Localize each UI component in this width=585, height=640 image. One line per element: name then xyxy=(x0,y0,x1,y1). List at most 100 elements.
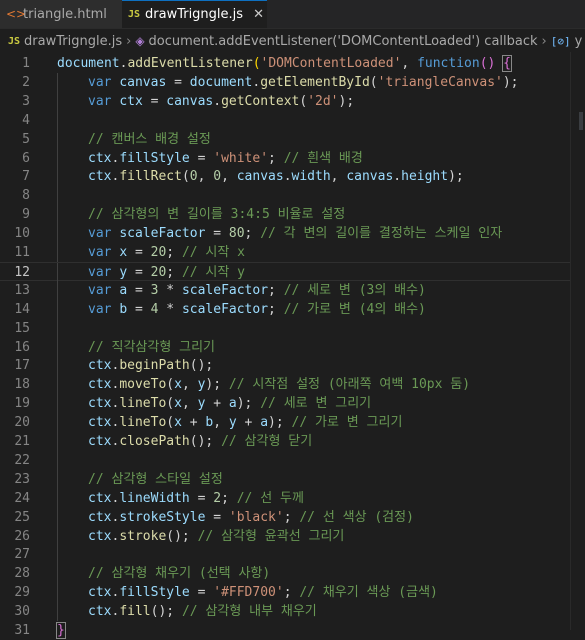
close-icon[interactable]: ✕ xyxy=(253,7,264,22)
code-token: height xyxy=(401,169,449,185)
code-token: x xyxy=(119,245,128,260)
code-token: // 선 두께 xyxy=(236,490,304,506)
code-text: var ctx = canvas.getContext('2d'); xyxy=(88,92,354,111)
code-text: var b = 4 * scaleFactor; // 가로 변 (4의 배수) xyxy=(88,300,426,319)
code-line[interactable]: 1 document.addEventListener('DOMContentLo… xyxy=(0,54,585,73)
tab-triangle-html[interactable]: <> triangle.html xyxy=(0,0,122,28)
line-number: 29 xyxy=(14,585,30,601)
code-token: ctx xyxy=(88,169,112,185)
code-line[interactable]: 21 ctx.closePath(); // 삼각형 닫기 xyxy=(0,432,585,451)
code-token: ctx xyxy=(88,396,112,412)
line-number: 6 xyxy=(22,150,30,166)
code-line[interactable]: 6 ctx.fillStyle = 'white'; // 흰색 배경 xyxy=(0,148,585,168)
code-token: // 가로 변 그리기 xyxy=(291,415,403,431)
code-token: ); xyxy=(448,169,464,185)
code-token: , xyxy=(401,56,418,71)
line-number: 2 xyxy=(22,74,30,90)
code-line[interactable]: 22 xyxy=(0,450,585,470)
code-line[interactable]: 18 ctx.moveTo(x, y); // 시작점 설정 (아래쪽 여백 10… xyxy=(0,375,585,395)
code-line[interactable]: 2 var canvas = document.getElementById('t… xyxy=(0,72,585,92)
indent-guide xyxy=(57,564,58,584)
code-line[interactable]: 27 xyxy=(0,545,585,565)
indent-guide xyxy=(57,280,58,300)
code-line[interactable]: 12 var y = 20; // 시작 y xyxy=(0,261,585,282)
indent-guide xyxy=(57,224,58,244)
code-line[interactable]: 10 var scaleFactor = 80; // 각 변의 길이를 결정하는… xyxy=(0,224,585,244)
breadcrumb-scope[interactable]: document.addEventListener('DOMContentLoa… xyxy=(149,34,538,49)
indent-guide xyxy=(57,375,58,395)
code-text: var canvas = document.getElementById('tr… xyxy=(88,73,519,92)
code-token: // 세로 변 그리기 xyxy=(260,396,372,412)
line-number: 10 xyxy=(14,226,30,242)
code-line[interactable]: 20 ctx.lineTo(x + b, y + a); // 가로 변 그리기 xyxy=(0,413,585,433)
code-editor[interactable]: 1 document.addEventListener('DOMContentLo… xyxy=(0,52,585,639)
code-text: } xyxy=(56,621,66,640)
code-token: getElementById xyxy=(260,74,370,90)
code-token: // 선 색상 (검정) xyxy=(299,509,414,525)
code-token: ); xyxy=(236,396,261,412)
code-token: ( xyxy=(299,93,308,109)
code-line[interactable]: 17 ctx.beginPath(); xyxy=(0,356,585,376)
code-line[interactable]: 25 ctx.strokeStyle = 'black'; // 선 색상 (검정… xyxy=(0,507,585,527)
indent-guide xyxy=(57,507,58,527)
code-line[interactable]: 26 ctx.stroke(); // 삼각형 윤곽선 그리기 xyxy=(0,526,585,546)
code-line[interactable]: 9 // 삼각형의 변 길이를 3:4:5 비율로 설정 xyxy=(0,205,585,225)
code-token: (); xyxy=(166,528,198,544)
tab-drawtrigngle-js[interactable]: JS drawTrigngle.js ✕ xyxy=(122,0,267,28)
code-token: // 삼각형 닫기 xyxy=(221,434,313,449)
breadcrumb: JS drawTrigngle.js › ◈ document.addEvent… xyxy=(0,30,585,52)
code-line[interactable]: 3 var ctx = canvas.getContext('2d'); xyxy=(0,91,585,111)
code-line[interactable]: 31} xyxy=(0,621,585,640)
code-line[interactable]: 16 // 직각삼각형 그리기 xyxy=(0,337,585,357)
code-token: ; xyxy=(221,490,237,506)
editor-scrollbar[interactable] xyxy=(570,52,585,630)
code-text: ctx.fillStyle = 'white'; // 흰색 배경 xyxy=(88,149,363,168)
code-token: document xyxy=(189,74,253,90)
line-number: 25 xyxy=(14,509,30,525)
code-token: ctx xyxy=(88,585,112,601)
code-line[interactable]: 4 xyxy=(0,110,585,130)
code-token: canvas xyxy=(346,169,394,185)
code-line[interactable]: 30 ctx.fill(); // 삼각형 내부 채우기 xyxy=(0,602,585,622)
code-token: = xyxy=(189,490,214,506)
line-number: 13 xyxy=(14,282,30,298)
code-token: ; xyxy=(283,509,300,525)
indent-guide xyxy=(57,299,58,319)
breadcrumb-file[interactable]: drawTrigngle.js xyxy=(24,34,122,49)
code-token: (); xyxy=(189,358,214,374)
line-number: 20 xyxy=(14,415,30,431)
code-token: var xyxy=(88,301,120,317)
code-token: * xyxy=(158,282,182,298)
code-line[interactable]: 28 // 삼각형 채우기 (선택 사항) xyxy=(0,564,585,584)
code-text: document.addEventListener('DOMContentLoa… xyxy=(57,54,512,73)
line-number: 24 xyxy=(14,490,30,506)
code-token: + xyxy=(205,396,229,412)
code-token: // 삼각형 윤곽선 그리기 xyxy=(197,528,345,544)
code-token: fillRect xyxy=(119,169,182,185)
code-token: lineTo xyxy=(119,415,167,431)
code-token: ctx xyxy=(88,377,112,393)
breadcrumb-symbol[interactable]: y xyxy=(575,34,583,49)
code-line[interactable]: 19 ctx.lineTo(x, y + a); // 세로 변 그리기 xyxy=(0,394,585,414)
code-token: () xyxy=(479,56,496,71)
code-line[interactable]: 24 ctx.lineWidth = 2; // 선 두께 xyxy=(0,488,585,508)
code-line[interactable]: 23 // 삼각형 스타일 설정 xyxy=(0,469,585,489)
variable-icon: [⊘] xyxy=(550,34,571,48)
code-token: // 세로 변 (3의 배수) xyxy=(283,282,426,298)
code-line[interactable]: 7 ctx.fillRect(0, 0, canvas.width, canvas… xyxy=(0,167,585,187)
code-token: ( xyxy=(181,169,190,185)
code-line[interactable]: 13 var a = 3 * scaleFactor; // 세로 변 (3의 배… xyxy=(0,280,585,300)
code-token: + xyxy=(236,415,261,431)
line-number: 11 xyxy=(14,245,30,260)
code-token: ); xyxy=(338,93,355,109)
code-line[interactable]: 11 var x = 20; // 시작 x xyxy=(0,243,585,262)
code-line[interactable]: 15 xyxy=(0,318,585,338)
code-line[interactable]: 14 var b = 4 * scaleFactor; // 가로 변 (4의 배… xyxy=(0,299,585,319)
code-text: ctx.closePath(); // 삼각형 닫기 xyxy=(88,432,312,451)
code-line[interactable]: 29 ctx.fillStyle = '#FFD700'; // 채우기 색상 (… xyxy=(0,583,585,603)
code-line[interactable]: 8 xyxy=(0,186,585,206)
code-token: lineTo xyxy=(119,396,167,412)
code-token: 0 xyxy=(213,169,222,185)
code-token: ( xyxy=(166,396,175,412)
code-line[interactable]: 5 // 캔버스 배경 설정 xyxy=(0,129,585,149)
